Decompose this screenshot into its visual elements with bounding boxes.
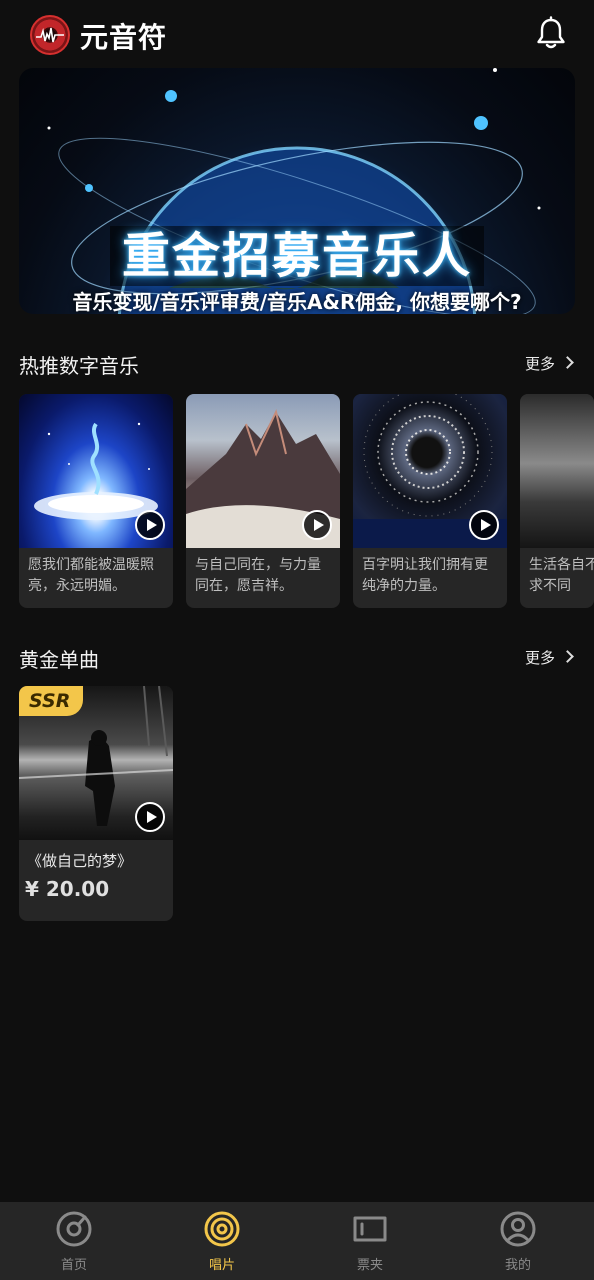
- gold-single-card[interactable]: SSR 《做自己的梦》 ¥ 20.00: [19, 686, 173, 921]
- hot-card-3[interactable]: 百字明让我们拥有更纯净的力量。: [353, 394, 507, 608]
- hot-card-1[interactable]: 愿我们都能被温暖照亮，永远明媚。: [19, 394, 173, 608]
- app-name: 元音符: [80, 21, 168, 54]
- gold-section-title: 黄金单曲: [19, 648, 99, 672]
- bottom-nav: 首页 唱片 票夹 我的: [0, 1202, 594, 1280]
- record-icon: [204, 1211, 240, 1247]
- nav-label: 票夹: [356, 1258, 383, 1273]
- recruit-banner[interactable]: 重金招募音乐人 音乐变现/音乐评审费/音乐A&R佣金, 你想要哪个?: [19, 68, 575, 314]
- app-screen: 元音符 重金招募音乐人 音乐变现/音乐评审费/音乐A&R佣金, 你想要哪个? 热…: [0, 0, 594, 1280]
- banner-title: 重金招募音乐人: [19, 216, 575, 286]
- nav-item-profile[interactable]: 我的: [444, 1202, 592, 1280]
- play-button[interactable]: [135, 510, 165, 540]
- card-caption: 与自己同在，与力量同在，愿吉祥。: [195, 557, 321, 594]
- bell-icon[interactable]: [535, 16, 567, 50]
- nav-label: 首页: [60, 1258, 87, 1273]
- song-title: 《做自己的梦》: [27, 852, 133, 870]
- play-button[interactable]: [469, 510, 499, 540]
- play-button[interactable]: [302, 510, 332, 540]
- nav-item-tickets[interactable]: 票夹: [296, 1202, 444, 1280]
- chevron-right-icon: [561, 356, 574, 369]
- album-art: [520, 394, 594, 548]
- card-caption: 生活各自不同，人所求不同: [529, 557, 594, 594]
- vinyl-logo-icon: [30, 15, 70, 55]
- album-art: [19, 394, 173, 548]
- hot-more-link[interactable]: 更多: [524, 353, 574, 374]
- card-caption: 百字明让我们拥有更纯净的力量。: [362, 557, 488, 594]
- more-label: 更多: [524, 649, 555, 667]
- gold-more-link[interactable]: 更多: [524, 647, 574, 668]
- banner-subtitle: 音乐变现/音乐评审费/音乐A&R佣金, 你想要哪个?: [72, 290, 522, 314]
- album-art: [353, 394, 507, 548]
- nav-item-records[interactable]: 唱片: [148, 1202, 296, 1280]
- hot-card-2[interactable]: 与自己同在，与力量同在，愿吉祥。: [186, 394, 340, 608]
- song-price: ¥ 20.00: [25, 877, 110, 901]
- home-disc-icon: [56, 1211, 92, 1247]
- ticket-icon: [353, 1216, 387, 1242]
- ssr-badge: SSR: [19, 686, 83, 716]
- play-button[interactable]: [135, 802, 165, 832]
- profile-icon: [500, 1211, 536, 1247]
- top-header: 元音符: [0, 0, 594, 68]
- nav-label: 我的: [504, 1258, 531, 1273]
- nav-label: 唱片: [208, 1258, 235, 1273]
- hot-card-4[interactable]: 生活各自不同，人所求不同: [520, 394, 594, 608]
- chevron-right-icon: [561, 650, 574, 663]
- album-art: [186, 394, 340, 548]
- more-label: 更多: [524, 355, 555, 373]
- hot-section-title: 热推数字音乐: [19, 354, 139, 378]
- nav-item-home[interactable]: 首页: [0, 1202, 148, 1280]
- album-art: SSR: [19, 686, 173, 840]
- card-caption: 愿我们都能被温暖照亮，永远明媚。: [28, 557, 154, 594]
